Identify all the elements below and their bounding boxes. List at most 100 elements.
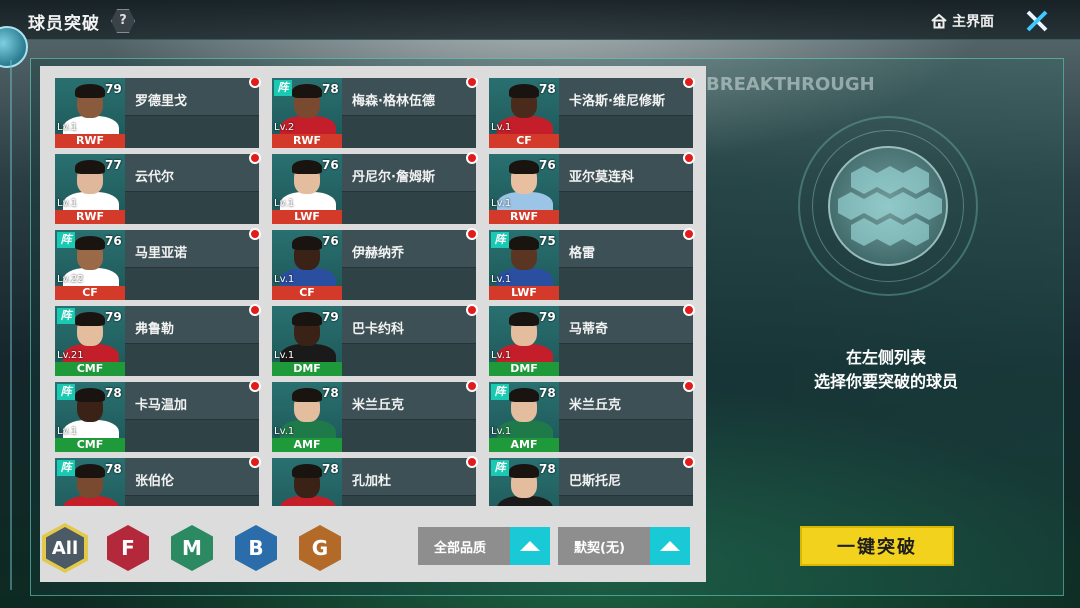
player-level: Lv.1 [274,274,295,285]
lineup-badge: 阵 [57,384,75,400]
player-card[interactable]: 76 Lv.1 LWF 丹尼尔·詹姆斯 [272,152,478,224]
player-position: CF [55,286,125,300]
player-name: 丹尼尔·詹姆斯 [352,170,435,185]
player-card[interactable]: 79 Lv.1 DMF 巴卡约科 [272,304,478,376]
player-position: RWF [272,134,342,148]
player-card[interactable]: 阵 76 Lv.22 CF 马里亚诺 [55,228,261,300]
player-card[interactable]: 阵 78 Lv.2 RWF 梅森·格林伍德 [272,78,478,148]
player-rating: 78 [322,462,339,476]
player-rating: 78 [539,386,556,400]
notification-dot-icon [249,380,261,392]
player-hair [292,236,322,250]
hex-cell [903,218,929,246]
help-icon[interactable]: ? [111,9,135,33]
player-slot-icon[interactable] [828,146,948,266]
lineup-badge: 阵 [274,80,292,96]
player-card[interactable]: 79 Lv.1 RWF 罗德里戈 [55,78,261,148]
player-info-row [125,192,259,224]
lineup-badge: 阵 [491,232,509,248]
quality-dropdown[interactable]: 全部品质 [418,527,550,565]
lineup-badge: 阵 [491,384,509,400]
grade-filter-m[interactable]: M [171,525,213,571]
notification-dot-icon [466,228,478,240]
player-card[interactable]: 76 Lv.1 RWF 亚尔莫连科 [489,152,695,224]
player-info-row [342,116,476,148]
player-name: 巴斯托尼 [569,474,622,489]
player-level: Lv.22 [57,274,84,285]
player-info-row [559,116,693,148]
lineup-badge: 阵 [57,308,75,324]
notification-dot-icon [466,152,478,164]
hex-cell [877,218,903,246]
player-level: Lv.1 [57,198,78,209]
player-rating: 78 [539,462,556,476]
player-hair [75,464,105,478]
player-hair [509,312,539,326]
breakthrough-deco-text: BREAKTHROUGH [706,74,875,95]
player-card-grid[interactable]: 79 Lv.1 RWF 罗德里戈阵 78 Lv.2 RWF 梅森·格林伍德 78 Lv.1 CF 卡洛… [55,78,705,506]
player-card[interactable]: 阵 78 Lv.1 CMF 卡马温加 [55,380,261,452]
player-info-row [559,268,693,300]
player-list-panel: 79 Lv.1 RWF 罗德里戈阵 78 Lv.2 RWF 梅森·格林伍德 78 Lv.1 CF 卡洛… [40,66,706,582]
one-click-breakthrough-button[interactable]: 一键突破 [800,526,954,566]
player-name: 格雷 [569,246,596,261]
hex-cell [851,166,877,194]
grade-filter-g[interactable]: G [299,525,341,571]
player-hair [75,160,105,174]
player-hair [292,84,322,98]
player-info-row [559,496,693,506]
hex-cell [890,192,916,220]
grade-filter-all[interactable]: All [42,523,88,573]
player-hair [292,388,322,402]
player-info-row [125,268,259,300]
contract-dropdown-toggle[interactable] [650,527,690,565]
player-position: CF [272,286,342,300]
player-rating: 76 [105,234,122,248]
player-name: 卡马温加 [135,398,188,413]
player-info-row [559,192,693,224]
player-card[interactable]: 79 Lv.1 DMF 马蒂奇 [489,304,695,376]
player-rating: 75 [539,234,556,248]
player-info-row [125,344,259,376]
player-card[interactable]: 78 Lv.1 AMF 米兰丘克 [272,380,478,452]
player-rating: 79 [322,310,339,324]
player-level: Lv.1 [274,426,295,437]
player-hair [75,236,105,250]
player-position: DMF [272,362,342,376]
player-card[interactable]: 阵 78 Lv.1 AMF 米兰丘克 [489,380,695,452]
player-hair [509,388,539,402]
player-rating: 78 [322,82,339,96]
player-info-row [125,496,259,506]
quality-dropdown-toggle[interactable] [510,527,550,565]
player-hair [509,464,539,478]
close-icon[interactable] [1025,9,1049,33]
player-name: 马里亚诺 [135,246,188,261]
player-card[interactable]: 76 Lv.1 CF 伊赫纳乔 [272,228,478,300]
player-card[interactable]: 阵 78 张伯伦 [55,456,261,506]
hex-cell [916,192,942,220]
player-rating: 79 [105,310,122,324]
player-card[interactable]: 78 Lv.1 CF 卡洛斯·维尼修斯 [489,78,695,148]
notification-dot-icon [683,456,695,468]
notification-dot-icon [683,152,695,164]
notification-dot-icon [683,228,695,240]
player-card[interactable]: 阵 79 Lv.21 CMF 弗鲁勒 [55,304,261,376]
player-rating: 78 [105,462,122,476]
player-rating: 78 [105,386,122,400]
player-card[interactable]: 阵 78 巴斯托尼 [489,456,695,506]
grade-filter-f[interactable]: F [107,525,149,571]
grade-all-label: All [46,527,84,569]
contract-dropdown[interactable]: 默契(无) [558,527,690,565]
player-name: 罗德里戈 [135,94,188,109]
player-card[interactable]: 阵 75 Lv.1 LWF 格雷 [489,228,695,300]
player-level: Lv.1 [491,122,512,133]
grade-filter-b[interactable]: B [235,525,277,571]
home-button[interactable]: 主界面 [930,10,994,32]
player-position: AMF [272,438,342,452]
player-card[interactable]: 78 孔加杜 [272,456,478,506]
player-rating: 78 [539,82,556,96]
player-name: 云代尔 [135,170,175,185]
notification-dot-icon [249,456,261,468]
arrow-up-icon [660,541,680,551]
player-card[interactable]: 77 Lv.1 RWF 云代尔 [55,152,261,224]
